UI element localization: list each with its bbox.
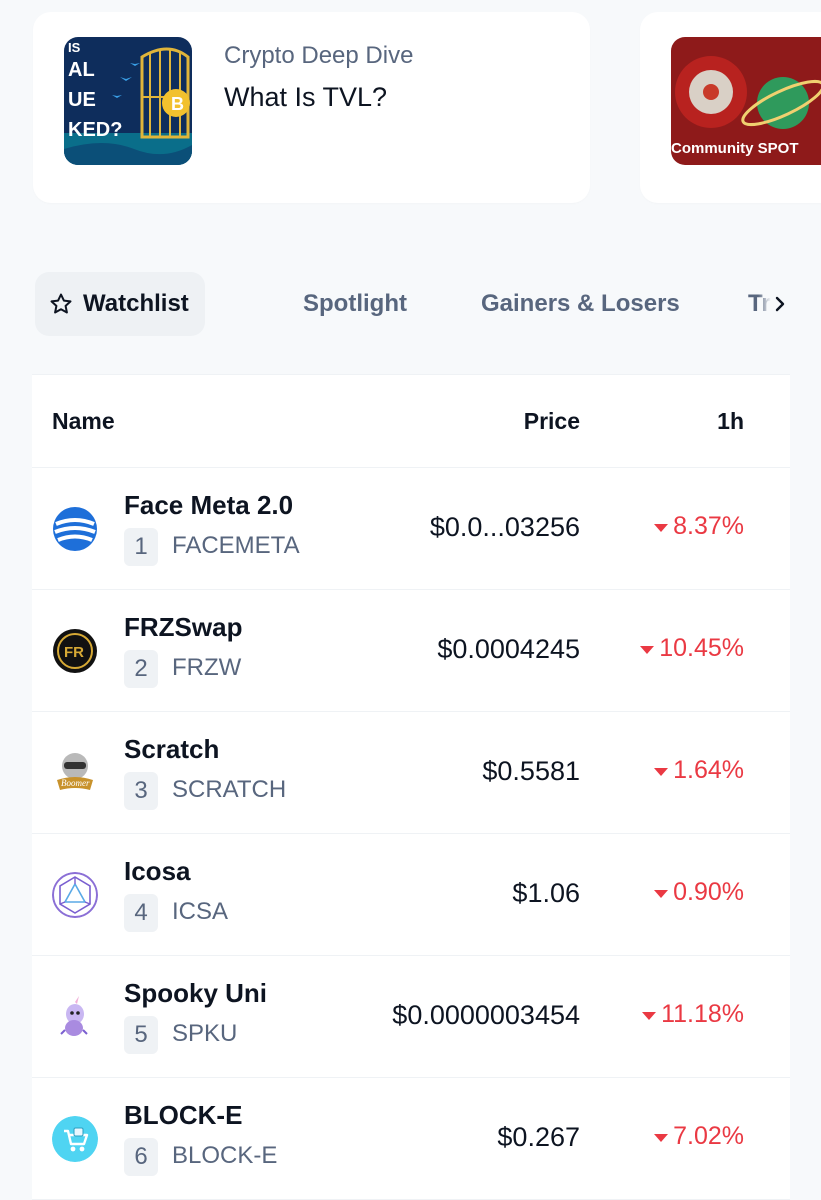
table-row[interactable]: Spooky Uni 5 SPKU $0.0000003454 11.18% [32,956,790,1078]
caret-down-icon [654,767,669,776]
star-icon [49,292,73,316]
coin-price: $0.5581 [482,756,580,786]
change-value: 10.45% [659,634,744,662]
rank-badge: 6 [124,1138,158,1176]
community-spotlight-thumbnail: Community SPOT [671,37,821,165]
coin-price: $1.06 [512,878,580,908]
coin-symbol: FRZW [172,654,242,681]
tab-gainers-losers[interactable]: Gainers & Losers [481,272,680,336]
coin-price: $0.0...03256 [429,512,580,542]
face-meta-logo [52,506,98,552]
coin-symbol: SPKU [172,1020,238,1047]
watchlist-table: Name Price 1h Face Meta 2.0 1 FACEMETA $… [32,374,790,1200]
news-card-community[interactable]: Community SPOT [640,12,821,203]
coin-price: $0.0000003454 [392,1000,580,1030]
coin-price: $0.0004245 [437,634,580,664]
card-category: Crypto Deep Dive [224,42,414,69]
caret-down-icon [640,645,655,654]
icosa-logo [52,872,98,918]
rank-badge: 1 [124,528,158,566]
community-label: Community SPOT [671,140,799,157]
coin-symbol: SCRATCH [172,776,287,803]
change-1h: 0.90% [654,878,744,907]
coin-name: Face Meta 2.0 [124,490,294,520]
coin-symbol: ICSA [172,898,229,925]
coin-name: Scratch [124,734,220,764]
caret-down-icon [654,523,669,532]
caret-down-icon [654,889,669,898]
table-row[interactable]: Icosa 4 ICSA $1.06 0.90% [32,834,790,956]
rank-badge: 4 [124,894,158,932]
coin-symbol: BLOCK-E [172,1142,278,1169]
change-value: 0.90% [673,878,744,906]
scratch-logo: Boomer [52,750,98,796]
coin-price: $0.267 [497,1122,580,1152]
rank-badge: 2 [124,650,158,688]
table-row[interactable]: Face Meta 2.0 1 FACEMETA $0.0...03256 8.… [32,468,790,590]
coin-symbol: FACEMETA [172,532,300,559]
block-e-logo [52,1116,98,1162]
tab-watchlist-label: Watchlist [83,290,189,317]
spooky-uni-logo [52,994,98,1040]
news-card-tvl[interactable]: B IS AL UE KED? Crypto Deep Dive What Is… [33,12,590,203]
change-1h: 1.64% [654,756,744,785]
card-title[interactable]: What Is TVL? [224,82,387,113]
change-1h: 11.18% [642,1000,744,1029]
change-1h: 7.02% [654,1122,744,1151]
change-value: 1.64% [673,756,744,784]
coin-name: Icosa [124,856,191,886]
frzswap-logo: FR [52,628,98,674]
change-value: 7.02% [673,1122,744,1150]
header-1h[interactable]: 1h [717,408,744,435]
table-row[interactable]: FR FRZSwap 2 FRZW $0.0004245 10.45% [32,590,790,712]
rank-badge: 3 [124,772,158,810]
caret-down-icon [642,1011,657,1020]
change-1h: 10.45% [640,634,744,663]
svg-text:B: B [171,94,184,114]
table-row[interactable]: Boomer Scratch 3 SCRATCH $0.5581 1.64% [32,712,790,834]
change-value: 8.37% [673,512,744,540]
thumbnail-text: IS AL UE KED? [68,40,123,142]
bitcoin-birdcage-thumbnail: B IS AL UE KED? [64,37,192,165]
coin-name: BLOCK-E [124,1100,243,1130]
caret-down-icon [654,1133,669,1142]
table-header: Name Price 1h [32,374,790,468]
svg-text:FR: FR [64,644,84,661]
table-row[interactable]: BLOCK-E 6 BLOCK-E $0.267 7.02% [32,1078,790,1200]
chevron-right-icon[interactable] [758,288,790,320]
svg-text:Boomer: Boomer [61,778,90,788]
change-value: 11.18% [661,1000,744,1028]
change-1h: 8.37% [654,512,744,541]
header-price[interactable]: Price [524,408,580,435]
category-tabs: Watchlist Spotlight Gainers & Losers Tre [35,272,790,336]
rank-badge: 5 [124,1016,158,1054]
coin-name: Spooky Uni [124,978,268,1008]
coin-name: FRZSwap [124,612,243,642]
header-name[interactable]: Name [52,408,115,435]
tab-watchlist[interactable]: Watchlist [35,272,205,336]
tab-spotlight[interactable]: Spotlight [303,272,407,336]
